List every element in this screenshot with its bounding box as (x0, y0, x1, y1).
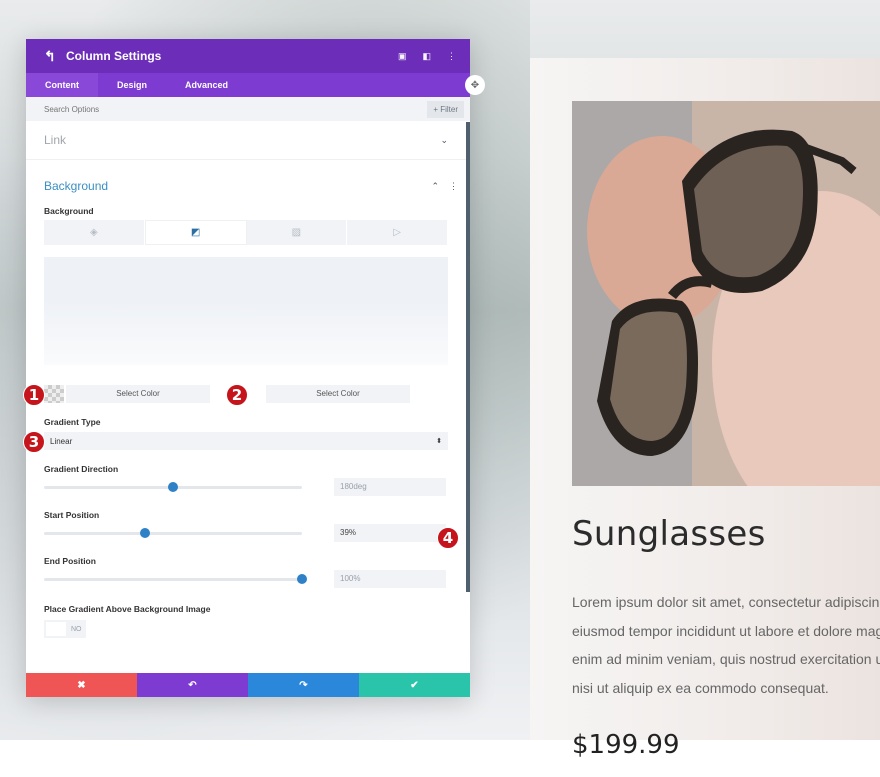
tab-advanced[interactable]: Advanced (166, 73, 247, 97)
annotation-marker: 4 (437, 527, 459, 549)
product-title: Sunglasses (572, 514, 766, 554)
video-icon[interactable]: ▷ (347, 220, 448, 245)
link-section: Link ⌄ (26, 121, 470, 160)
start-position-input[interactable]: 39% (334, 524, 446, 542)
end-color-button[interactable]: Select Color (266, 385, 410, 403)
split-view-icon[interactable]: ◧ (422, 51, 431, 62)
product-description: Lorem ipsum dolor sit amet, consectetur … (572, 588, 880, 702)
move-handle-icon[interactable]: ✥ (465, 75, 485, 95)
panel-header: ↰ Column Settings ▣ ◧ ⋮ (26, 39, 470, 73)
slider-thumb[interactable] (297, 573, 307, 584)
start-position-field: Start Position 39% (26, 510, 470, 542)
more-options-icon[interactable]: ⋮ (447, 51, 456, 62)
start-position-label: Start Position (44, 510, 100, 520)
end-position-label: End Position (44, 556, 96, 566)
undo-icon: ↶ (188, 679, 197, 691)
annotation-marker: 2 (226, 384, 248, 406)
panel-tabs: Content Design Advanced (26, 73, 470, 97)
product-image (572, 101, 880, 486)
redo-icon: ↷ (299, 679, 308, 691)
gradient-direction-input[interactable]: 180deg (334, 478, 446, 496)
toggle-state: NO (71, 625, 82, 633)
end-position-slider[interactable] (44, 573, 307, 584)
section-options-icon[interactable]: ⋮ (449, 181, 458, 192)
end-position-field: End Position 100% (26, 556, 470, 588)
search-options-input[interactable] (44, 104, 244, 114)
annotation-marker: 1 (23, 384, 45, 406)
gradient-direction-field: Gradient Direction 180deg (26, 464, 470, 496)
panel-scrollbar[interactable] (466, 122, 470, 592)
image-icon[interactable]: ▨ (246, 220, 348, 245)
toggle-knob (46, 622, 66, 636)
discard-button[interactable]: ✖ (26, 673, 137, 697)
description-line: eiusmod tempor incididunt ut labore et d… (572, 622, 880, 639)
gradient-colors-row: Select Color Select Color (44, 385, 470, 403)
gradient-direction-label: Gradient Direction (44, 464, 119, 474)
place-gradient-above-toggle[interactable]: NO (44, 620, 86, 638)
gradient-type-value: Linear (50, 436, 73, 446)
redo-button[interactable]: ↷ (248, 673, 359, 697)
back-icon[interactable]: ↰ (44, 48, 66, 65)
transparent-swatch[interactable] (44, 385, 64, 403)
link-section-title: Link (44, 133, 67, 147)
annotation-marker: 3 (23, 431, 45, 453)
color-fill-icon[interactable]: ◈ (44, 220, 145, 245)
background-section: Background ⌃ ⋮ Background ◈ ◩ ▨ ▷ Select… (26, 166, 470, 638)
start-position-slider[interactable] (44, 527, 302, 538)
slider-thumb[interactable] (168, 481, 178, 492)
gradient-icon[interactable]: ◩ (144, 220, 247, 245)
tab-design[interactable]: Design (98, 73, 166, 97)
select-arrows-icon: ⬍ (436, 438, 442, 445)
gradient-type-label: Gradient Type (44, 417, 101, 427)
background-label: Background (44, 206, 94, 216)
filter-button[interactable]: + Filter (427, 100, 464, 118)
close-icon: ✖ (77, 679, 86, 691)
gradient-preview (44, 257, 448, 365)
chevron-up-icon[interactable]: ⌃ (431, 181, 439, 192)
end-position-input[interactable]: 100% (334, 570, 446, 588)
undo-button[interactable]: ↶ (137, 673, 248, 697)
search-row: + Filter (26, 97, 470, 121)
start-color-button[interactable]: Select Color (66, 385, 210, 403)
save-button[interactable]: ✔ (359, 673, 470, 697)
background-section-title: Background (44, 179, 109, 193)
fullscreen-icon[interactable]: ▣ (398, 51, 407, 62)
tab-content[interactable]: Content (26, 73, 98, 97)
panel-footer: ✖ ↶ ↷ ✔ (26, 673, 470, 697)
description-line: enim ad minim veniam, quis nostrud exerc… (572, 651, 880, 667)
sunglasses-photo (572, 101, 880, 486)
panel-title: Column Settings (66, 49, 162, 63)
link-section-toggle[interactable]: Link ⌄ (26, 121, 470, 159)
product-card: Sunglasses Lorem ipsum dolor sit amet, c… (530, 58, 880, 777)
slider-thumb[interactable] (139, 527, 150, 538)
checkmark-icon: ✔ (410, 679, 419, 691)
background-type-tabs: ◈ ◩ ▨ ▷ (44, 220, 448, 245)
description-line: nisi ut aliquip ex ea commodo consequat. (572, 679, 829, 696)
place-gradient-above-label: Place Gradient Above Background Image (44, 604, 211, 614)
column-settings-panel: ↰ Column Settings ▣ ◧ ⋮ Content Design A… (26, 39, 470, 697)
chevron-down-icon: ⌄ (440, 134, 448, 145)
description-line: Lorem ipsum dolor sit amet, consectetur … (572, 594, 880, 610)
gradient-direction-slider[interactable] (44, 481, 302, 492)
product-price: $199.99 (572, 730, 680, 760)
background-section-toggle[interactable]: Background ⌃ ⋮ (26, 166, 470, 206)
gradient-type-select[interactable]: Linear ⬍ (44, 432, 448, 450)
